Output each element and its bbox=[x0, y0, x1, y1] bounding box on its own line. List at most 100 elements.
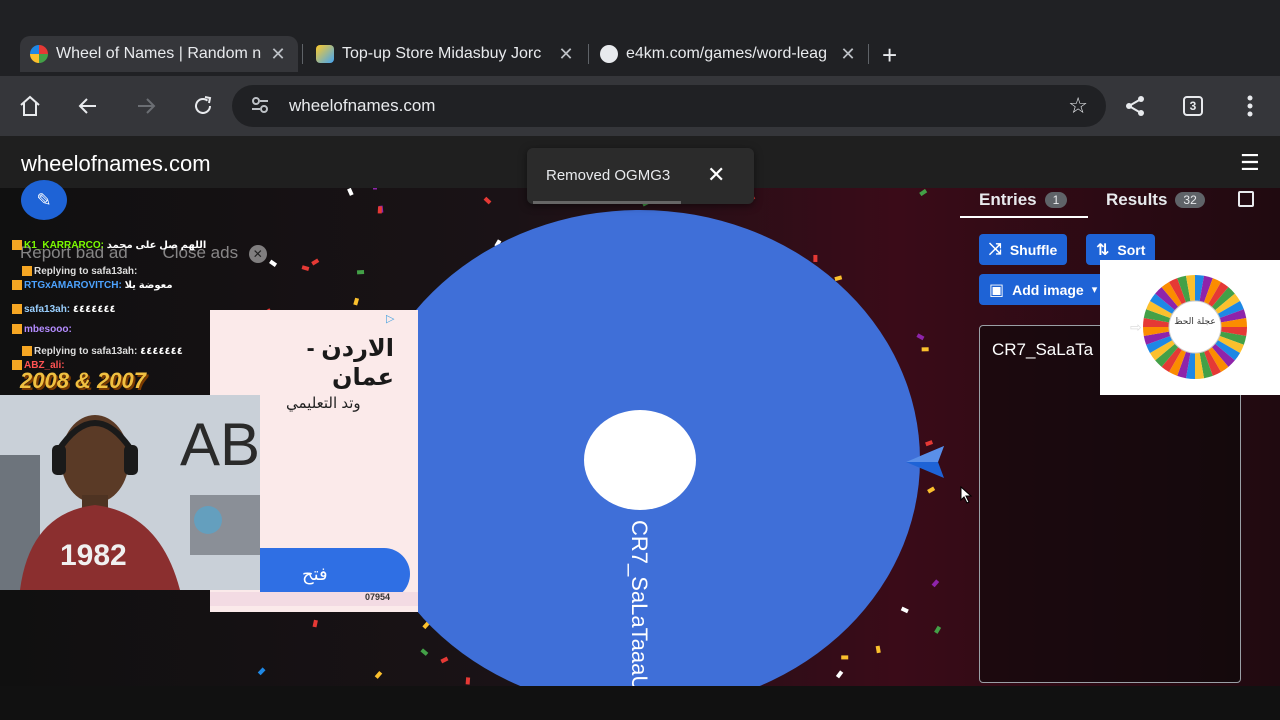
bottom-bar bbox=[0, 686, 1280, 720]
forward-icon[interactable] bbox=[132, 92, 160, 120]
shuffle-button[interactable]: ⤨ Shuffle bbox=[979, 234, 1068, 265]
confetti-piece bbox=[919, 188, 928, 197]
chat-username: mbesooo: bbox=[24, 324, 72, 335]
chat-message: Replying to safa13ah: ٤٤٤٤٤٤٤ bbox=[22, 346, 183, 357]
adchoices-icon[interactable]: ▷ bbox=[386, 312, 394, 325]
wheel-favicon-icon bbox=[30, 45, 48, 63]
hamburger-menu-icon[interactable]: ☰ bbox=[1240, 150, 1260, 176]
tab-close-icon[interactable]: ✕ bbox=[268, 44, 288, 65]
site-brand[interactable]: wheelofnames.com bbox=[21, 151, 211, 177]
chat-message: K1_KARRARCO: اللهم صل على محمد bbox=[12, 240, 206, 251]
tab-switcher-button[interactable]: 3 bbox=[1183, 96, 1203, 116]
bookmark-star-icon[interactable]: ☆ bbox=[1068, 93, 1088, 119]
add-image-label: Add image bbox=[1012, 281, 1084, 298]
dropdown-arrow-icon: ▾ bbox=[1091, 284, 1098, 296]
confetti-piece bbox=[312, 619, 318, 628]
chat-text: ٤٤٤٤٤٤٤ bbox=[140, 346, 183, 357]
chat-username: Replying to safa13ah: bbox=[34, 346, 141, 357]
close-ads-icon[interactable]: ✕ bbox=[248, 244, 267, 263]
edit-pencil-button[interactable]: ✎ bbox=[21, 180, 67, 220]
chat-username: Replying to safa13ah: bbox=[34, 266, 138, 277]
wheel-entry-label: CR7_SaLaTaaaU bbox=[627, 520, 652, 686]
tab-title: Wheel of Names | Random n bbox=[56, 45, 262, 62]
chat-username: safa13ah: bbox=[24, 304, 73, 315]
tab-title: e4km.com/games/word-leag bbox=[626, 45, 827, 62]
phone-strip: 07954 bbox=[210, 592, 418, 606]
chat-text: ٤٤٤٤٤٤٤ bbox=[72, 304, 116, 315]
mini-wheel-overlay: عجلة الحظ ⇨ bbox=[1100, 260, 1280, 395]
confetti-piece bbox=[372, 188, 378, 190]
wheel-center[interactable] bbox=[584, 410, 696, 510]
phone-number: 07954 bbox=[365, 592, 391, 602]
ad-title: الاردن - عمان bbox=[306, 335, 394, 391]
toast-notification: Removed OGMG3 ✕ bbox=[527, 148, 754, 204]
tab-close-icon[interactable]: ✕ bbox=[838, 44, 858, 65]
site-settings-icon[interactable] bbox=[250, 95, 270, 120]
wheel-pointer-icon bbox=[906, 446, 944, 478]
ad-open-label: فتح bbox=[302, 563, 328, 584]
tab-e4km[interactable]: e4km.com/games/word-leag ✕ bbox=[600, 36, 870, 72]
confetti-piece bbox=[483, 196, 492, 205]
chat-badge-icon bbox=[22, 346, 32, 357]
image-icon: ▣ bbox=[989, 281, 1005, 299]
chat-username: K1_KARRARCO: bbox=[24, 240, 107, 251]
confetti-piece bbox=[269, 259, 278, 267]
mouse-cursor-icon bbox=[960, 486, 973, 504]
back-icon[interactable] bbox=[74, 92, 102, 120]
browser-tabstrip: Wheel of Names | Random n ✕ Top-up Store… bbox=[0, 0, 1280, 76]
shuffle-icon: ⤨ bbox=[989, 240, 1002, 258]
wheel[interactable]: CR7_SaLaTaaaU bbox=[360, 210, 920, 686]
shirt-print-art: 1982 bbox=[60, 539, 127, 572]
sort-icon: ⇅ bbox=[1096, 241, 1110, 259]
confetti-piece bbox=[921, 347, 929, 352]
tab-entries[interactable]: Entries 1 bbox=[979, 190, 1068, 210]
tab-separator bbox=[302, 44, 303, 64]
add-image-button[interactable]: ▣ Add image ▾ bbox=[979, 274, 1108, 305]
sort-label: Sort bbox=[1117, 241, 1146, 258]
ad-subtitle: وتد التعليمي bbox=[286, 395, 361, 412]
reload-icon[interactable] bbox=[189, 92, 217, 120]
chat-message: safa13ah: ٤٤٤٤٤٤٤ bbox=[12, 304, 116, 315]
more-menu-icon[interactable] bbox=[1236, 92, 1264, 120]
tab-results-label: Results bbox=[1106, 190, 1168, 209]
tab-close-icon[interactable]: ✕ bbox=[556, 44, 576, 65]
tab-separator bbox=[868, 44, 869, 64]
tab-entries-label: Entries bbox=[979, 190, 1037, 209]
confetti-piece bbox=[927, 486, 936, 494]
hide-panel-checkbox[interactable] bbox=[1238, 191, 1254, 207]
tab-results[interactable]: Results 32 bbox=[1106, 190, 1205, 210]
results-count-badge: 32 bbox=[1175, 192, 1205, 208]
new-tab-button[interactable]: + bbox=[882, 40, 897, 71]
toast-close-icon[interactable]: ✕ bbox=[707, 162, 725, 188]
confetti-piece bbox=[311, 258, 320, 266]
stream-banner: 2008 & 2007 bbox=[20, 368, 146, 393]
share-icon[interactable] bbox=[1121, 92, 1149, 120]
chat-badge-icon bbox=[12, 240, 22, 251]
confetti-piece bbox=[934, 625, 942, 634]
address-bar[interactable]: wheelofnames.com ☆ bbox=[232, 85, 1106, 127]
webcam-feed: ABZ 1982 bbox=[0, 395, 260, 590]
panel-tabs: Entries 1 Results 32 bbox=[958, 188, 1280, 218]
home-icon[interactable] bbox=[16, 92, 44, 120]
confetti-piece bbox=[347, 188, 354, 196]
tab-wheel-of-names[interactable]: Wheel of Names | Random n ✕ bbox=[20, 36, 298, 72]
chat-text: معوضة يلا bbox=[124, 280, 173, 291]
tab-separator bbox=[588, 44, 589, 64]
toast-message: Removed OGMG3 bbox=[546, 167, 671, 184]
confetti-piece bbox=[301, 265, 310, 271]
toast-progress-bar bbox=[533, 201, 681, 204]
confetti-piece bbox=[931, 579, 940, 588]
chat-message: mbesooo: bbox=[12, 324, 72, 335]
mini-arrow-icon: ⇨ bbox=[1130, 319, 1142, 335]
url-text: wheelofnames.com bbox=[289, 96, 436, 115]
chat-message: Replying to safa13ah: bbox=[22, 266, 137, 277]
entries-text: CR7_SaLaTa bbox=[992, 340, 1094, 359]
shuffle-label: Shuffle bbox=[1009, 241, 1058, 258]
confetti-piece bbox=[257, 667, 266, 676]
tab-midasbuy[interactable]: Top-up Store Midasbuy Jorc ✕ bbox=[316, 36, 590, 72]
tab-title: Top-up Store Midasbuy Jorc bbox=[342, 45, 542, 62]
chat-message: RTGxAMAROVITCH: معوضة يلا bbox=[12, 280, 173, 291]
mini-wheel-label: عجلة الحظ bbox=[1174, 317, 1215, 327]
confetti-piece bbox=[353, 297, 360, 306]
active-tab-underline bbox=[960, 216, 1088, 218]
